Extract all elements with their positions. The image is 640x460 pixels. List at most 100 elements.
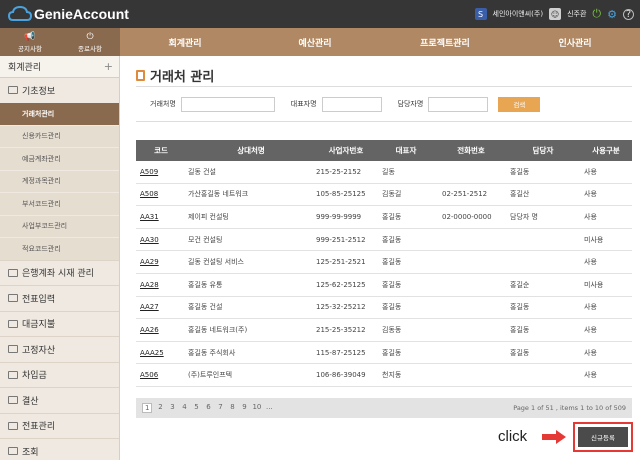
page-link[interactable]: 4: [180, 403, 188, 413]
sidebar-subitem[interactable]: 예금계좌관리: [0, 147, 119, 170]
sidebar-subitem[interactable]: 거래처관리: [0, 102, 119, 125]
code-link[interactable]: A509: [136, 168, 186, 176]
code-link[interactable]: AAA25: [136, 349, 186, 357]
sidebar-subitem[interactable]: 신용카드관리: [0, 124, 119, 147]
column-header[interactable]: 상대처명: [186, 145, 316, 156]
highlight-box: 신규등록: [573, 422, 633, 452]
code-link[interactable]: A506: [136, 371, 186, 379]
folder-icon: [8, 345, 18, 354]
arrow-right-icon: [542, 430, 566, 444]
column-header[interactable]: 사업자번호: [316, 145, 376, 156]
exit-button[interactable]: ⏻ 종료사항: [60, 28, 120, 56]
client-name-input[interactable]: [180, 96, 275, 112]
sidebar-group-basic[interactable]: 기초정보: [0, 78, 119, 102]
table-cell: 홍길동: [382, 303, 402, 312]
page-link[interactable]: 10: [252, 403, 261, 413]
app-logo[interactable]: GenieAccount: [8, 6, 129, 22]
sidebar-item[interactable]: 차입금: [0, 361, 119, 388]
sidebar-item[interactable]: 은행계좌 시재 관리: [0, 259, 119, 286]
code-link[interactable]: AA27: [136, 303, 186, 311]
code-link[interactable]: AA30: [136, 236, 186, 244]
table-cell: 사용: [584, 167, 597, 176]
code-link[interactable]: AA26: [136, 326, 186, 334]
table-cell: 홍길동: [510, 348, 530, 357]
sidebar-subitem[interactable]: 계정과목관리: [0, 169, 119, 192]
sidebar-item[interactable]: 고정자산: [0, 336, 119, 362]
manager-name-input[interactable]: [428, 96, 489, 112]
page-link[interactable]: 3: [168, 403, 176, 413]
nav-budget[interactable]: 예산관리: [250, 28, 380, 56]
nav-hr[interactable]: 인사관리: [510, 28, 640, 56]
column-header[interactable]: 코드: [136, 145, 186, 156]
table-cell: 홍길동: [382, 212, 402, 221]
table-row[interactable]: AA31 제이피 컨설팅 999-99-9999 홍길동 02-0000-0000 담당자…: [136, 206, 632, 229]
table-cell: 홍길동 유통: [188, 280, 223, 289]
table-cell: 215-25-2152: [316, 167, 362, 176]
company-name[interactable]: 세인아이앤씨(주): [493, 9, 544, 19]
rep-name-input[interactable]: [321, 96, 382, 112]
folder-icon: [8, 268, 18, 277]
notice-button[interactable]: 📢 공지사항: [0, 28, 60, 56]
sidebar-item[interactable]: 결산: [0, 387, 119, 413]
table-cell: 215-25-35212: [316, 325, 366, 334]
table-cell: 125-62-25125: [316, 280, 366, 289]
power-icon[interactable]: ⏻: [592, 7, 601, 21]
expand-plus-icon[interactable]: +: [104, 60, 113, 73]
gear-icon[interactable]: ⚙: [607, 8, 617, 21]
table-row[interactable]: AA29 길동 컨설팅 서비스 125-251-2521 홍길동 사용: [136, 251, 632, 274]
sidebar-subitem[interactable]: 부서코드관리: [0, 192, 119, 215]
table-cell: 길동 건설: [188, 167, 216, 176]
code-link[interactable]: AA31: [136, 213, 186, 221]
sidebar-subitem[interactable]: 사업부코드관리: [0, 214, 119, 237]
quick-buttons: 📢 공지사항 ⏻ 종료사항: [0, 28, 120, 56]
sidebar-item[interactable]: 대금지불: [0, 310, 119, 337]
table-row[interactable]: AA26 홍길동 네트워크(주) 215-25-35212 김동동 홍길동 사용: [136, 319, 632, 342]
table-cell: 115-87-25125: [316, 348, 366, 357]
page-link[interactable]: 7: [216, 403, 224, 413]
page-link[interactable]: 6: [204, 403, 212, 413]
page-link[interactable]: 8: [228, 403, 236, 413]
table-cell: 사용: [584, 212, 597, 221]
top-right-area: S 세인아이앤씨(주) ☺ 신주환 ⏻ ⚙ ?: [474, 0, 634, 28]
help-icon[interactable]: ?: [623, 8, 634, 20]
sidebar-item[interactable]: 조회: [0, 438, 119, 460]
table-row[interactable]: AA30 모건 컨설팅 999-251-2512 홍길동 미사용: [136, 229, 632, 252]
table-row[interactable]: A508 가산홍길동 네트워크 105-85-25125 김동길 02-251-2512…: [136, 184, 632, 207]
manager-name-label: 담당자명: [397, 100, 424, 108]
column-header[interactable]: 담당자: [506, 145, 580, 156]
code-link[interactable]: A508: [136, 190, 186, 198]
table-row[interactable]: A506 (주)트루인프텍 106-86-39049 천지동 사용: [136, 364, 632, 387]
table-row[interactable]: A509 길동 건설 215-25-2152 길동 홍길동 사용: [136, 161, 632, 184]
rep-name-label: 대표자명: [290, 100, 317, 108]
table-cell: 사용: [584, 348, 597, 357]
sidebar-item[interactable]: 전표입력: [0, 285, 119, 311]
sidebar-subitem[interactable]: 적요코드관리: [0, 237, 119, 260]
table-row[interactable]: AA27 홍길동 건설 125-32-25212 홍길동 홍길동 사용: [136, 297, 632, 320]
document-icon: [136, 70, 145, 81]
table-cell: (주)트루인프텍: [188, 371, 233, 380]
code-link[interactable]: AA28: [136, 281, 186, 289]
user-icon: ☺: [549, 8, 562, 20]
table-row[interactable]: AAA25 홍길동 주식회사 115-87-25125 홍길동 홍길동 사용: [136, 342, 632, 365]
page-link[interactable]: 5: [192, 403, 200, 413]
nav-project[interactable]: 프로젝트관리: [380, 28, 510, 56]
user-name[interactable]: 신주환: [567, 9, 586, 19]
column-header[interactable]: 사용구분: [580, 145, 632, 156]
logo-text: GenieAccount: [34, 6, 129, 22]
table-row[interactable]: AA28 홍길동 유통 125-62-25125 홍길동 홍길순 미사용: [136, 274, 632, 297]
table-cell: 길동: [382, 167, 395, 176]
page-link[interactable]: ...: [265, 403, 273, 413]
page-link[interactable]: 9: [240, 403, 248, 413]
table-cell: 홍길산: [510, 190, 530, 199]
sidebar-item-label: 결산: [22, 396, 39, 407]
column-header[interactable]: 대표자: [376, 145, 436, 156]
search-button[interactable]: 검색: [498, 96, 541, 112]
nav-accounting[interactable]: 회계관리: [120, 28, 250, 56]
folder-icon: [8, 319, 18, 328]
page-link[interactable]: 2: [156, 403, 164, 413]
new-register-button[interactable]: 신규등록: [578, 427, 628, 447]
code-link[interactable]: AA29: [136, 258, 186, 266]
column-header[interactable]: 전화번호: [436, 145, 506, 156]
sidebar-item[interactable]: 전표관리: [0, 412, 119, 439]
page-link[interactable]: 1: [142, 403, 153, 413]
